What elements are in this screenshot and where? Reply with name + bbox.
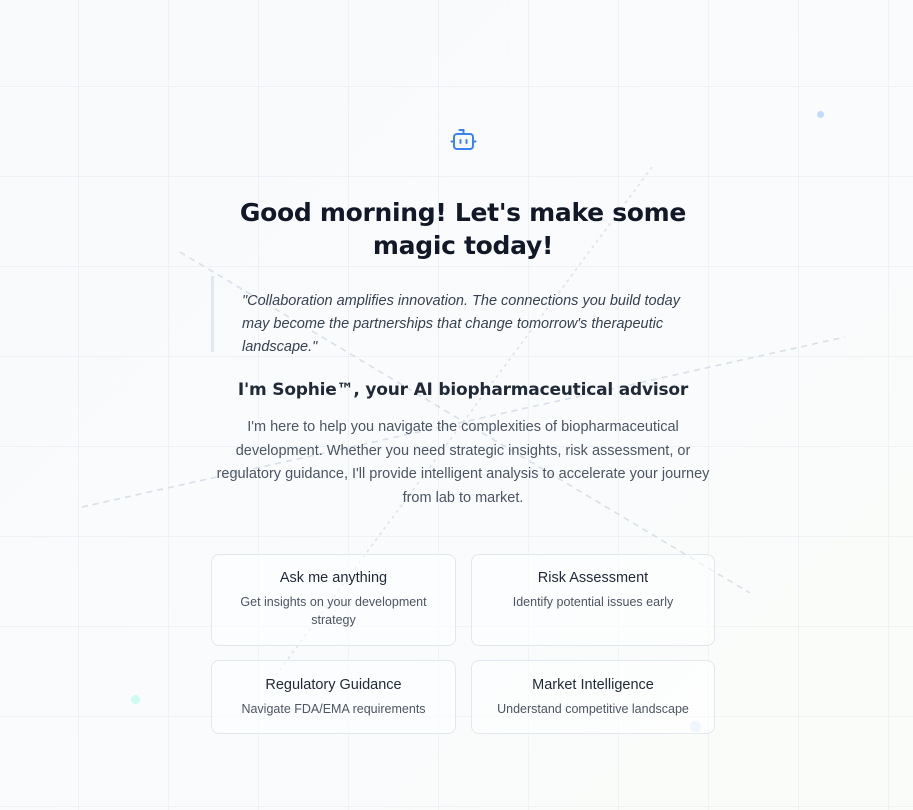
assistant-intro-title: I'm Sophie™, your AI biopharmaceutical a… bbox=[237, 380, 689, 400]
robot-icon bbox=[450, 128, 477, 152]
card-title: Regulatory Guidance bbox=[265, 677, 402, 693]
card-title: Risk Assessment bbox=[537, 570, 649, 586]
card-title: Ask me anything bbox=[279, 570, 388, 586]
decor-dot bbox=[131, 695, 140, 704]
assistant-intro-text: I'm here to help you navigate the comple… bbox=[216, 419, 710, 506]
card-description: Get insights on your development strateg… bbox=[240, 595, 427, 627]
suggestion-card-regulatory-guidance[interactable]: Regulatory Guidance Navigate FDA/EMA req… bbox=[211, 660, 456, 734]
suggestion-card-risk-assessment[interactable]: Risk Assessment Identify potential issue… bbox=[471, 554, 715, 646]
card-description: Identify potential issues early bbox=[512, 595, 674, 609]
suggestion-card-market-intelligence[interactable]: Market Intelligence Understand competiti… bbox=[471, 660, 715, 734]
background-grid bbox=[0, 0, 913, 810]
card-title: Market Intelligence bbox=[532, 677, 654, 693]
background-decoration bbox=[81, 166, 846, 676]
inspirational-quote: "Collaboration amplifies innovation. The… bbox=[211, 276, 711, 355]
suggestion-card-ask-anything[interactable]: Ask me anything Get insights on your dev… bbox=[211, 554, 456, 646]
card-description: Navigate FDA/EMA requirements bbox=[241, 702, 426, 716]
decor-dot bbox=[817, 111, 824, 118]
greeting-heading: Good morning! Let's make some magic toda… bbox=[239, 198, 687, 260]
card-description: Understand competitive landscape bbox=[497, 702, 689, 716]
